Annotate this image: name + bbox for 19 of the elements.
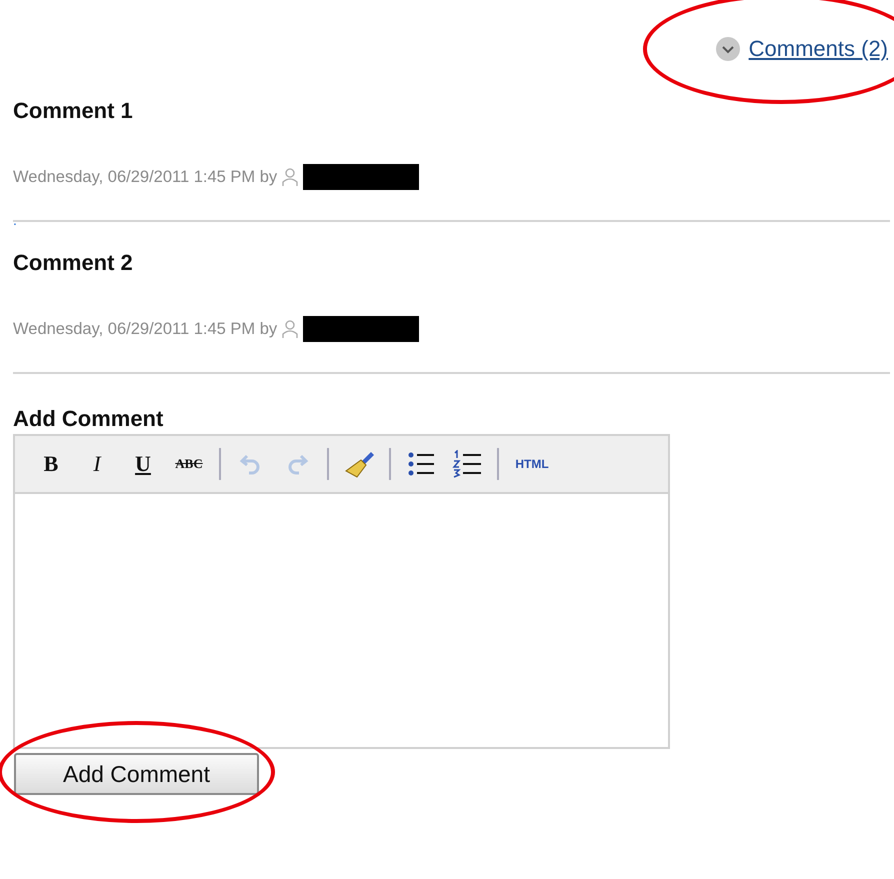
user-icon — [281, 167, 300, 187]
bold-button[interactable]: B — [29, 446, 73, 482]
brush-icon — [343, 449, 375, 479]
add-comment-button[interactable]: Add Comment — [14, 753, 259, 795]
comment-body: . — [13, 212, 17, 228]
add-comment-heading: Add Comment — [13, 406, 164, 432]
bullet-list-icon — [407, 450, 435, 478]
underline-button[interactable]: U — [121, 446, 165, 482]
italic-button[interactable]: I — [75, 446, 119, 482]
comment-meta: Wednesday, 06/29/2011 1:45 PM by — [13, 168, 278, 186]
user-icon — [281, 319, 300, 339]
strikethrough-button[interactable]: ABC — [167, 446, 211, 482]
comment-title: Comment 1 — [13, 98, 134, 124]
comment-title: Comment 2 — [13, 250, 134, 276]
numbered-list-icon — [452, 450, 482, 478]
chevron-icon — [714, 36, 741, 62]
comments-toggle-link[interactable]: Comments (2) — [714, 36, 888, 62]
html-button[interactable]: HTML — [507, 446, 557, 482]
comment-meta: Wednesday, 06/29/2011 1:45 PM by — [13, 320, 278, 338]
